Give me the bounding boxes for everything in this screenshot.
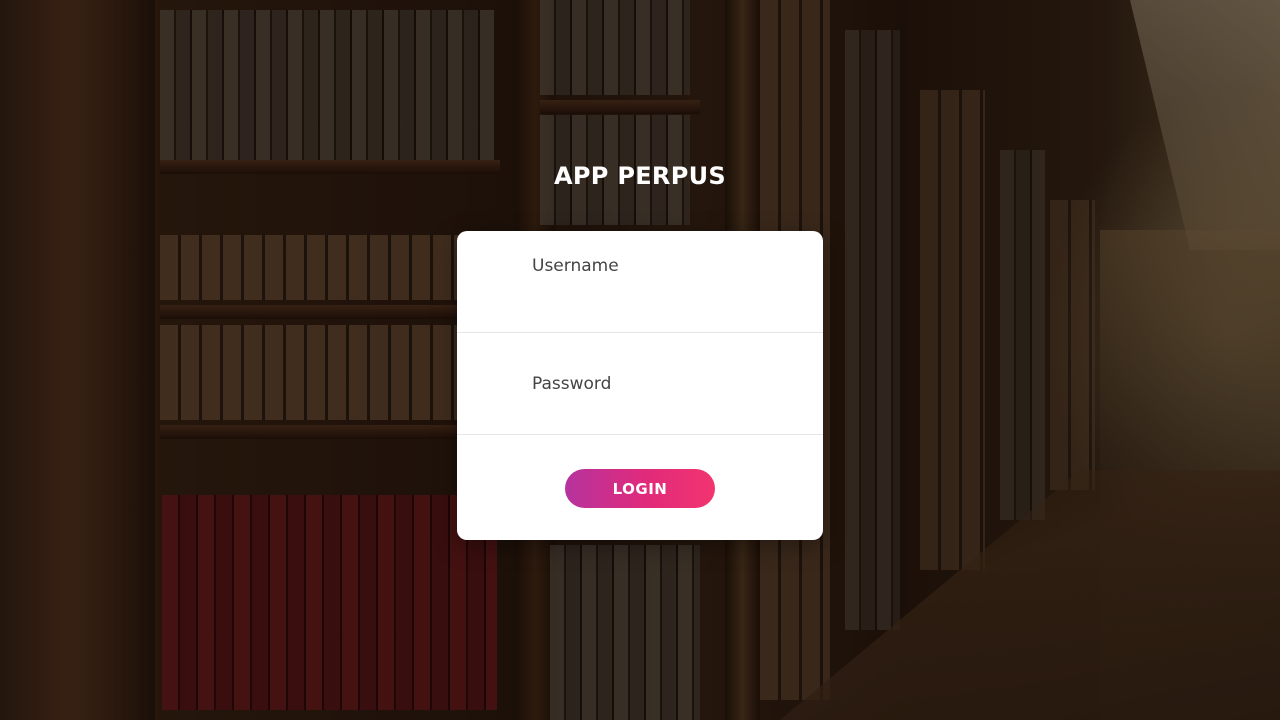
login-form-card: LOGIN [457, 231, 823, 540]
username-input[interactable] [457, 231, 823, 332]
password-input[interactable] [457, 333, 823, 434]
app-title: APP PERPUS [554, 162, 726, 190]
username-field-row [457, 231, 823, 333]
login-page: APP PERPUS LOGIN [0, 0, 1280, 720]
login-button-container: LOGIN [457, 469, 823, 508]
login-button[interactable]: LOGIN [565, 469, 715, 508]
password-field-row [457, 333, 823, 435]
